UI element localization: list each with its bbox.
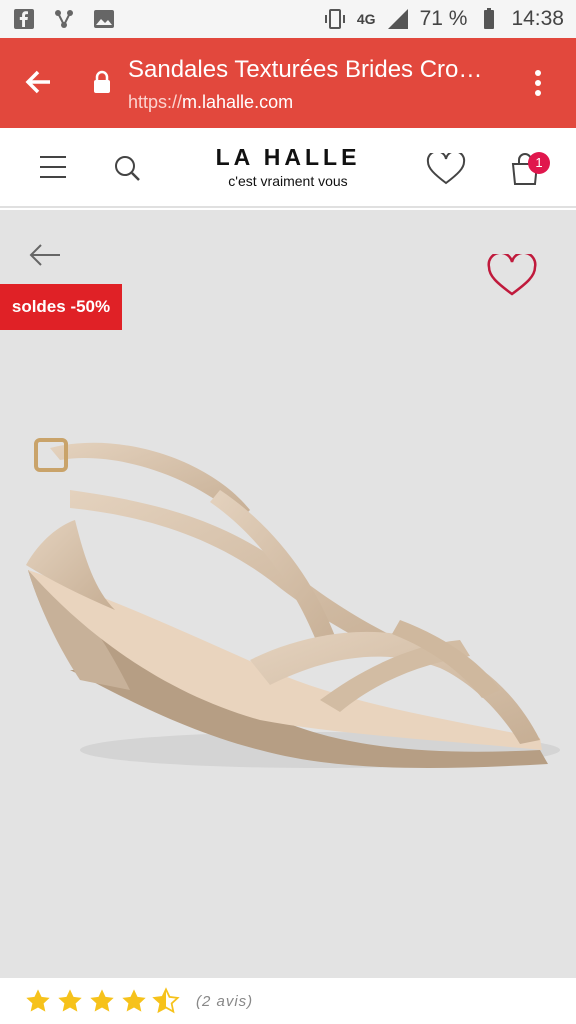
overflow-menu-icon[interactable]: [526, 66, 550, 100]
cart-count-badge: 1: [528, 152, 550, 174]
browser-url-bar: Sandales Texturées Brides Cro… https://m…: [0, 38, 576, 128]
url-scheme: https://: [128, 92, 183, 112]
sandal-product-image: [26, 438, 560, 769]
url-host: m.lahalle.com: [182, 92, 294, 112]
star-rating: [24, 987, 180, 1015]
star-half-icon: [152, 987, 180, 1014]
back-arrow-icon[interactable]: [22, 66, 54, 98]
star-full-icon: [58, 989, 82, 1012]
sale-badge: soldes -50%: [0, 284, 122, 330]
star-full-icon: [90, 989, 114, 1012]
page-title[interactable]: Sandales Texturées Brides Cro…: [128, 56, 508, 84]
status-bar: 4G 71 % 14:38: [0, 0, 576, 38]
site-header: LA HALLE c'est vraiment vous: [0, 128, 576, 208]
wishlist-heart-icon[interactable]: [426, 153, 466, 185]
battery-level: 71 %: [419, 7, 468, 30]
lock-icon: [94, 70, 110, 93]
facebook-icon: [14, 9, 34, 29]
logo-text: LA HALLE: [215, 144, 361, 170]
battery-icon: [484, 8, 495, 29]
vibrate-icon: [324, 9, 345, 29]
site-logo[interactable]: LA HALLE c'est vraiment vous: [196, 144, 380, 189]
hamburger-menu-icon[interactable]: [38, 154, 68, 180]
clock: 14:38: [511, 7, 564, 30]
image-icon: [94, 10, 114, 28]
favorite-heart-icon[interactable]: [486, 254, 538, 298]
review-count[interactable]: (2 avis): [196, 993, 253, 1010]
search-icon[interactable]: [112, 153, 142, 183]
product-image-area[interactable]: soldes -50%: [0, 210, 576, 978]
star-full-icon: [122, 989, 146, 1012]
logo-tagline: c'est vraiment vous: [228, 173, 348, 189]
gallery-back-arrow-icon[interactable]: [28, 242, 62, 268]
url-address[interactable]: https://m.lahalle.com: [128, 92, 293, 113]
signal-icon: [387, 9, 408, 29]
network-type: 4G: [356, 11, 376, 27]
star-full-icon: [26, 989, 50, 1012]
nodes-icon: [55, 10, 73, 28]
rating-row[interactable]: (2 avis): [0, 978, 576, 1024]
